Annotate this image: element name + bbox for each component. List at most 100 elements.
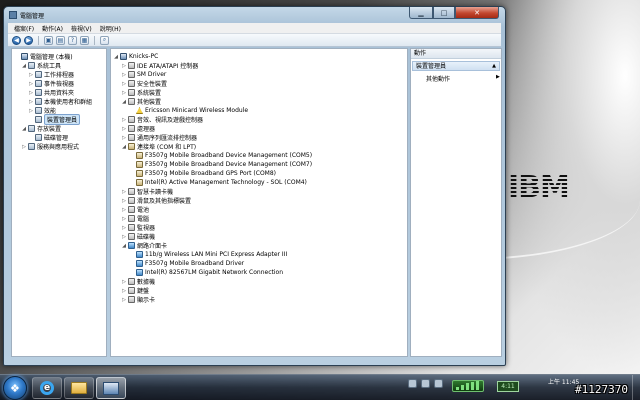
actions-pane[interactable]: 動作 裝置管理員 ▲ 其他動作 ▶ — [410, 48, 502, 357]
collapse-arrow-icon[interactable]: ▲ — [492, 62, 496, 71]
expand-toggle-icon[interactable]: ▷ — [28, 99, 34, 105]
expand-toggle-icon[interactable]: ▷ — [121, 135, 127, 141]
tray-network-icon[interactable] — [421, 379, 430, 388]
tree-item[interactable]: ▷ 音效、視訊及遊戲控制器 — [121, 115, 203, 124]
up-folder-icon[interactable]: ▣ — [44, 35, 53, 45]
properties-icon[interactable]: ▤ — [56, 35, 65, 45]
tree-item[interactable]: ▷ 處理器 — [121, 124, 155, 133]
expand-toggle-icon[interactable]: ◢ — [121, 243, 127, 249]
expand-toggle-icon[interactable]: ◢ — [21, 126, 27, 132]
expand-toggle-icon[interactable]: ◢ — [121, 99, 127, 105]
expand-toggle-icon[interactable]: ▷ — [21, 144, 27, 150]
tree-item[interactable]: ◢ 存放裝置 — [21, 124, 61, 133]
expand-toggle-icon[interactable]: ▷ — [121, 189, 127, 195]
device-tree-pane[interactable]: ◢ Knicks-PC ▷ IDE ATA/ATAPI 控制器 ▷ SM Driver ▷ 安… — [110, 48, 408, 357]
tree-item[interactable]: ▷ 工作排程器 — [28, 70, 74, 79]
tree-item[interactable]: Intel(R) 82567LM Gigabit Network Connect… — [129, 268, 283, 277]
tree-item[interactable]: 電腦管理 (本機) — [14, 52, 73, 61]
minimize-button[interactable]: ▁ — [409, 7, 433, 19]
tree-item[interactable]: F3507g Mobile Broadband Driver — [129, 259, 244, 268]
battery-gadget[interactable]: 4:11 — [497, 381, 519, 392]
console-tree-icon[interactable]: ▦ — [80, 35, 89, 45]
tree-item[interactable]: ▷ SM Driver — [121, 70, 166, 79]
tree-item-label: Intel(R) Active Management Technology - … — [145, 179, 307, 186]
tree-item[interactable]: ▷ 滑鼠及其他指標裝置 — [121, 196, 191, 205]
tree-item[interactable]: ▷ 電池 — [121, 205, 149, 214]
tree-item[interactable]: F3507g Mobile Broadband Device Managemen… — [129, 160, 312, 169]
expand-toggle-icon[interactable]: ▷ — [121, 72, 127, 78]
title-bar[interactable]: 電腦管理 ▁ □ ✕ — [4, 7, 505, 23]
expand-toggle-icon[interactable]: ▷ — [121, 216, 127, 222]
expand-toggle-icon[interactable]: ◢ — [113, 54, 119, 60]
expand-toggle-icon[interactable]: ▷ — [28, 90, 34, 96]
expand-toggle-icon[interactable]: ▷ — [121, 81, 127, 87]
expand-toggle-icon[interactable]: ▷ — [121, 297, 127, 303]
menu-view[interactable]: 檢視(V) — [71, 24, 92, 33]
taskbar-computer-management[interactable] — [96, 377, 126, 399]
tree-item[interactable]: 磁碟管理 — [28, 133, 68, 142]
tree-item[interactable]: ▷ 服務與應用程式 — [21, 142, 79, 151]
signal-strength-meter[interactable] — [452, 380, 484, 392]
tree-item[interactable]: ◢ 網路介面卡 — [121, 241, 167, 250]
expand-toggle-icon[interactable]: ▷ — [28, 81, 34, 87]
expand-toggle-icon[interactable]: ▷ — [121, 207, 127, 213]
expand-toggle-icon[interactable]: ▷ — [121, 198, 127, 204]
console-tree-pane[interactable]: 電腦管理 (本機) ◢ 系統工具 ▷ 工作排程器 ▷ 事件檢視器 ▷ 共用資料夾 ▷ 本機使用者和群… — [11, 48, 107, 357]
tree-item[interactable]: ▷ 通用序列匯流排控制器 — [121, 133, 197, 142]
tree-item[interactable]: ▷ 數據機 — [121, 277, 155, 286]
submenu-arrow-icon: ▶ — [496, 74, 500, 80]
tree-item[interactable]: F3507g Mobile Broadband GPS Port (COM8) — [129, 169, 276, 178]
tree-item[interactable]: ▷ 本機使用者和群組 — [28, 97, 92, 106]
expand-toggle-icon[interactable]: ▷ — [121, 288, 127, 294]
close-button[interactable]: ✕ — [455, 7, 499, 19]
tray-arrow-icon[interactable] — [408, 379, 417, 388]
expand-toggle-icon[interactable]: ▷ — [121, 234, 127, 240]
tree-item[interactable]: ◢ 其他裝置 — [121, 97, 161, 106]
expand-toggle-icon[interactable]: ▷ — [121, 90, 127, 96]
tree-item[interactable]: ▷ 智慧卡讀卡機 — [121, 187, 173, 196]
expand-toggle-icon[interactable]: ◢ — [21, 63, 27, 69]
taskbar-internet-explorer[interactable]: e — [32, 377, 62, 399]
expand-toggle-icon[interactable]: ▷ — [121, 225, 127, 231]
tree-item[interactable]: ◢ 連接埠 (COM 和 LPT) — [121, 142, 196, 151]
tray-volume-icon[interactable] — [434, 379, 443, 388]
tree-item[interactable]: ▷ 共用資料夾 — [28, 88, 74, 97]
expand-toggle-icon[interactable]: ▷ — [121, 126, 127, 132]
tree-item[interactable]: F3507g Mobile Broadband Device Managemen… — [129, 151, 312, 160]
tree-item[interactable]: ◢ Knicks-PC — [113, 52, 158, 61]
tree-item[interactable]: Ericsson Minicard Wireless Module — [129, 106, 248, 115]
expand-toggle-icon[interactable]: ◢ — [121, 144, 127, 150]
show-desktop-button[interactable] — [632, 375, 640, 400]
expand-toggle-icon[interactable]: ▷ — [121, 279, 127, 285]
taskbar-explorer[interactable] — [64, 377, 94, 399]
back-button[interactable]: ◀ — [12, 35, 21, 45]
help-icon[interactable]: ? — [68, 35, 77, 45]
tree-item[interactable]: ◢ 系統工具 — [21, 61, 61, 70]
tree-item[interactable]: Intel(R) Active Management Technology - … — [129, 178, 307, 187]
tree-item[interactable]: ▷ 顯示卡 — [121, 295, 155, 304]
tree-item[interactable]: 11b/g Wireless LAN Mini PCI Express Adap… — [129, 250, 287, 259]
menu-action[interactable]: 動作(A) — [42, 24, 63, 33]
menu-help[interactable]: 說明(H) — [100, 24, 121, 33]
tree-item[interactable]: ▷ 磁碟機 — [121, 232, 155, 241]
computer-management-window[interactable]: 電腦管理 ▁ □ ✕ 檔案(F) 動作(A) 檢視(V) 說明(H) ◀ ▶ ▣… — [3, 6, 506, 366]
scan-hardware-icon[interactable]: ⌕ — [100, 35, 109, 45]
tree-item[interactable]: ▷ 鍵盤 — [121, 286, 149, 295]
tree-item[interactable]: ▷ IDE ATA/ATAPI 控制器 — [121, 61, 198, 70]
tree-item[interactable]: 裝置管理員 — [28, 114, 81, 125]
forward-button[interactable]: ▶ — [24, 35, 33, 45]
start-button[interactable]: ❖ — [3, 376, 27, 400]
action-more-actions[interactable]: 其他動作 ▶ — [426, 74, 500, 83]
expand-toggle-icon[interactable]: ▷ — [28, 108, 34, 114]
tree-item[interactable]: ▷ 監視器 — [121, 223, 155, 232]
expand-toggle-icon[interactable]: ▷ — [121, 63, 127, 69]
tree-item[interactable]: ▷ 電腦 — [121, 214, 149, 223]
tree-item[interactable]: ▷ 安全性裝置 — [121, 79, 167, 88]
expand-toggle-icon[interactable]: ▷ — [28, 72, 34, 78]
actions-section-device-manager[interactable]: 裝置管理員 ▲ — [412, 61, 500, 71]
menu-file[interactable]: 檔案(F) — [14, 24, 34, 33]
tree-item[interactable]: ▷ 系統裝置 — [121, 88, 161, 97]
tree-item[interactable]: ▷ 事件檢視器 — [28, 79, 74, 88]
expand-toggle-icon[interactable]: ▷ — [121, 117, 127, 123]
maximize-button[interactable]: □ — [433, 7, 455, 19]
